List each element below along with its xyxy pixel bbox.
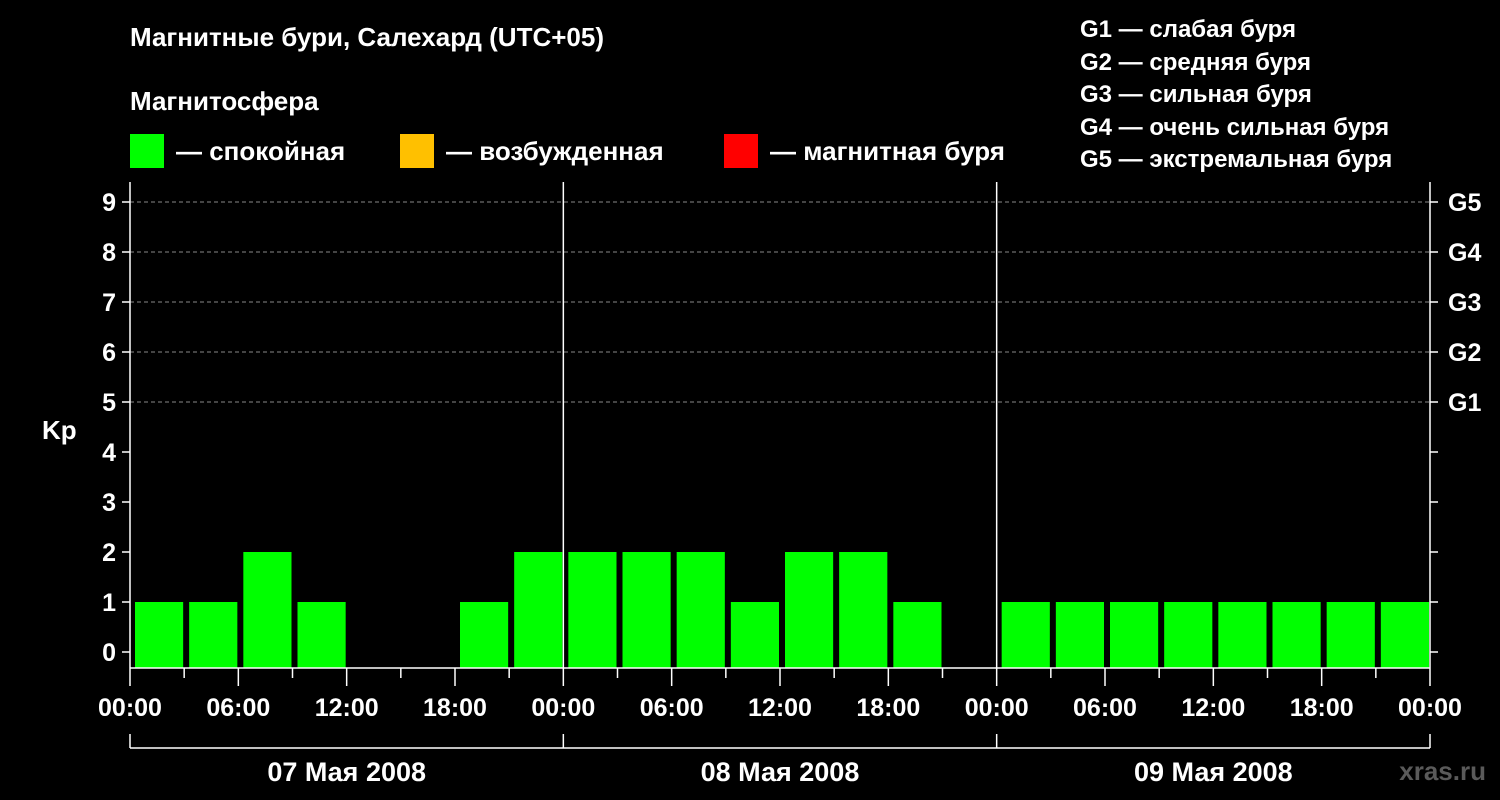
- bar: [785, 552, 834, 668]
- y-tick-label: 9: [102, 189, 116, 217]
- bar: [1110, 602, 1159, 668]
- bar: [1380, 602, 1429, 668]
- bar: [460, 602, 509, 668]
- x-tick-label: 12:00: [1181, 694, 1245, 722]
- bar: [135, 602, 184, 668]
- bar: [1055, 602, 1104, 668]
- right-tick-label: G2: [1448, 339, 1481, 367]
- y-tick-label: 7: [102, 289, 116, 317]
- y-tick-label: 0: [102, 639, 116, 667]
- y-tick-label: 5: [102, 389, 116, 417]
- x-tick-label: 12:00: [748, 694, 812, 722]
- x-tick-label: 18:00: [423, 694, 487, 722]
- x-tick-label: 00:00: [1398, 694, 1462, 722]
- day-label: 07 Мая 2008: [267, 757, 426, 787]
- right-tick-label: G4: [1448, 239, 1481, 267]
- bar: [1164, 602, 1213, 668]
- bar: [622, 552, 671, 668]
- bar: [1218, 602, 1267, 668]
- watermark: xras.ru: [1399, 756, 1486, 786]
- y-tick-label: 3: [102, 489, 116, 517]
- x-tick-label: 00:00: [98, 694, 162, 722]
- day-label: 09 Мая 2008: [1134, 757, 1293, 787]
- x-tick-label: 12:00: [315, 694, 379, 722]
- bar: [839, 552, 888, 668]
- day-label: 08 Мая 2008: [701, 757, 860, 787]
- right-tick-label: G1: [1448, 389, 1481, 417]
- bar: [893, 602, 942, 668]
- x-tick-label: 06:00: [640, 694, 704, 722]
- y-tick-label: 4: [102, 439, 116, 467]
- y-axis-label: Kp: [42, 415, 77, 445]
- x-tick-label: 18:00: [1290, 694, 1354, 722]
- y-tick-label: 1: [102, 589, 116, 617]
- bar: [189, 602, 238, 668]
- y-tick-label: 8: [102, 239, 116, 267]
- bar: [1001, 602, 1050, 668]
- y-tick-label: 2: [102, 539, 116, 567]
- bar: [514, 552, 563, 668]
- y-tick-label: 6: [102, 339, 116, 367]
- bar: [568, 552, 617, 668]
- x-tick-label: 00:00: [531, 694, 595, 722]
- kp-chart: 0 1 2 3 4 5 6 7 8 9 G1 G2 G3 G4 G5 Kp 00:00 06:00 12:00 18:…: [42, 182, 1481, 787]
- x-tick-label: 06:00: [206, 694, 270, 722]
- x-tick-label: 06:00: [1073, 694, 1137, 722]
- right-tick-label: G5: [1448, 189, 1481, 217]
- bar: [730, 602, 779, 668]
- bar: [676, 552, 725, 668]
- right-tick-label: G3: [1448, 289, 1481, 317]
- bar: [1326, 602, 1375, 668]
- x-tick-label: 00:00: [965, 694, 1029, 722]
- bar: [297, 602, 346, 668]
- bar: [1272, 602, 1321, 668]
- x-tick-label: 18:00: [856, 694, 920, 722]
- bar: [243, 552, 292, 668]
